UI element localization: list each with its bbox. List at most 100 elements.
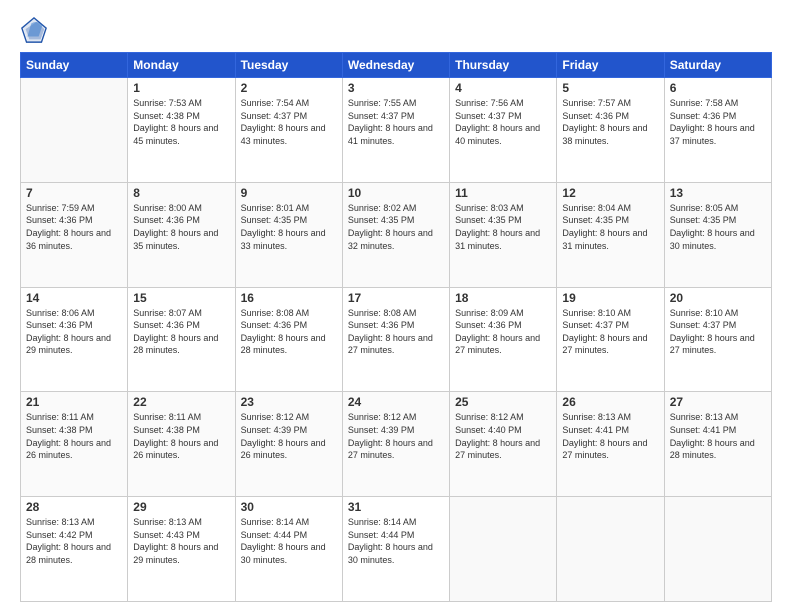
day-number: 27: [670, 395, 766, 409]
day-info: Sunrise: 7:53 AMSunset: 4:38 PMDaylight:…: [133, 97, 229, 147]
day-number: 4: [455, 81, 551, 95]
day-number: 20: [670, 291, 766, 305]
day-info: Sunrise: 8:10 AMSunset: 4:37 PMDaylight:…: [562, 307, 658, 357]
weekday-header-wednesday: Wednesday: [342, 53, 449, 78]
day-number: 30: [241, 500, 337, 514]
day-number: 1: [133, 81, 229, 95]
day-number: 3: [348, 81, 444, 95]
calendar-cell-w2-d0: 14 Sunrise: 8:06 AMSunset: 4:36 PMDayligh…: [21, 287, 128, 392]
calendar-cell-w4-d5: [557, 497, 664, 602]
day-info: Sunrise: 8:12 AMSunset: 4:40 PMDaylight:…: [455, 411, 551, 461]
calendar-cell-w2-d1: 15 Sunrise: 8:07 AMSunset: 4:36 PMDayligh…: [128, 287, 235, 392]
calendar-cell-w2-d2: 16 Sunrise: 8:08 AMSunset: 4:36 PMDayligh…: [235, 287, 342, 392]
day-info: Sunrise: 8:13 AMSunset: 4:41 PMDaylight:…: [562, 411, 658, 461]
day-number: 29: [133, 500, 229, 514]
day-number: 5: [562, 81, 658, 95]
calendar-cell-w4-d6: [664, 497, 771, 602]
calendar-cell-w4-d2: 30 Sunrise: 8:14 AMSunset: 4:44 PMDayligh…: [235, 497, 342, 602]
logo-icon: [20, 16, 48, 44]
day-number: 19: [562, 291, 658, 305]
calendar-cell-w4-d3: 31 Sunrise: 8:14 AMSunset: 4:44 PMDayligh…: [342, 497, 449, 602]
calendar-table: SundayMondayTuesdayWednesdayThursdayFrid…: [20, 52, 772, 602]
day-number: 6: [670, 81, 766, 95]
day-number: 9: [241, 186, 337, 200]
header: [20, 16, 772, 44]
logo: [20, 16, 52, 44]
page: SundayMondayTuesdayWednesdayThursdayFrid…: [0, 0, 792, 612]
weekday-header-row: SundayMondayTuesdayWednesdayThursdayFrid…: [21, 53, 772, 78]
calendar-cell-w1-d0: 7Sunrise: 7:59 AMSunset: 4:36 PMDaylight…: [21, 182, 128, 287]
calendar-cell-w1-d5: 12 Sunrise: 8:04 AMSunset: 4:35 PMDayligh…: [557, 182, 664, 287]
day-info: Sunrise: 8:14 AMSunset: 4:44 PMDaylight:…: [348, 516, 444, 566]
calendar-cell-w0-d0: [21, 78, 128, 183]
day-info: Sunrise: 8:09 AMSunset: 4:36 PMDaylight:…: [455, 307, 551, 357]
calendar-cell-w2-d6: 20 Sunrise: 8:10 AMSunset: 4:37 PMDayligh…: [664, 287, 771, 392]
week-row-1: 7Sunrise: 7:59 AMSunset: 4:36 PMDaylight…: [21, 182, 772, 287]
calendar-cell-w2-d4: 18Sunrise: 8:09 AMSunset: 4:36 PMDayligh…: [450, 287, 557, 392]
day-info: Sunrise: 8:11 AMSunset: 4:38 PMDaylight:…: [133, 411, 229, 461]
calendar-cell-w0-d5: 5 Sunrise: 7:57 AMSunset: 4:36 PMDaylight…: [557, 78, 664, 183]
day-info: Sunrise: 8:08 AMSunset: 4:36 PMDaylight:…: [348, 307, 444, 357]
weekday-header-saturday: Saturday: [664, 53, 771, 78]
day-info: Sunrise: 8:12 AMSunset: 4:39 PMDaylight:…: [348, 411, 444, 461]
day-number: 17: [348, 291, 444, 305]
calendar-header: SundayMondayTuesdayWednesdayThursdayFrid…: [21, 53, 772, 78]
day-info: Sunrise: 8:07 AMSunset: 4:36 PMDaylight:…: [133, 307, 229, 357]
day-number: 13: [670, 186, 766, 200]
calendar-cell-w1-d2: 9 Sunrise: 8:01 AMSunset: 4:35 PMDaylight…: [235, 182, 342, 287]
week-row-3: 21 Sunrise: 8:11 AMSunset: 4:38 PMDayligh…: [21, 392, 772, 497]
day-info: Sunrise: 8:13 AMSunset: 4:41 PMDaylight:…: [670, 411, 766, 461]
day-info: Sunrise: 7:54 AMSunset: 4:37 PMDaylight:…: [241, 97, 337, 147]
day-info: Sunrise: 8:05 AMSunset: 4:35 PMDaylight:…: [670, 202, 766, 252]
day-info: Sunrise: 8:03 AMSunset: 4:35 PMDaylight:…: [455, 202, 551, 252]
weekday-header-thursday: Thursday: [450, 53, 557, 78]
day-number: 2: [241, 81, 337, 95]
day-info: Sunrise: 8:12 AMSunset: 4:39 PMDaylight:…: [241, 411, 337, 461]
day-info: Sunrise: 8:14 AMSunset: 4:44 PMDaylight:…: [241, 516, 337, 566]
day-info: Sunrise: 8:08 AMSunset: 4:36 PMDaylight:…: [241, 307, 337, 357]
day-info: Sunrise: 7:59 AMSunset: 4:36 PMDaylight:…: [26, 202, 122, 252]
day-number: 23: [241, 395, 337, 409]
day-number: 14: [26, 291, 122, 305]
calendar-cell-w4-d4: [450, 497, 557, 602]
day-info: Sunrise: 8:10 AMSunset: 4:37 PMDaylight:…: [670, 307, 766, 357]
calendar-cell-w0-d4: 4Sunrise: 7:56 AMSunset: 4:37 PMDaylight…: [450, 78, 557, 183]
calendar-cell-w2-d3: 17 Sunrise: 8:08 AMSunset: 4:36 PMDayligh…: [342, 287, 449, 392]
day-number: 28: [26, 500, 122, 514]
day-info: Sunrise: 8:11 AMSunset: 4:38 PMDaylight:…: [26, 411, 122, 461]
day-info: Sunrise: 8:02 AMSunset: 4:35 PMDaylight:…: [348, 202, 444, 252]
calendar-cell-w0-d6: 6Sunrise: 7:58 AMSunset: 4:36 PMDaylight…: [664, 78, 771, 183]
day-number: 25: [455, 395, 551, 409]
day-number: 21: [26, 395, 122, 409]
calendar-cell-w1-d3: 10 Sunrise: 8:02 AMSunset: 4:35 PMDayligh…: [342, 182, 449, 287]
calendar-body: 1 Sunrise: 7:53 AMSunset: 4:38 PMDaylight…: [21, 78, 772, 602]
day-number: 31: [348, 500, 444, 514]
day-info: Sunrise: 8:04 AMSunset: 4:35 PMDaylight:…: [562, 202, 658, 252]
weekday-header-friday: Friday: [557, 53, 664, 78]
calendar-cell-w1-d4: 11 Sunrise: 8:03 AMSunset: 4:35 PMDayligh…: [450, 182, 557, 287]
day-number: 11: [455, 186, 551, 200]
day-number: 16: [241, 291, 337, 305]
calendar-cell-w0-d2: 2 Sunrise: 7:54 AMSunset: 4:37 PMDaylight…: [235, 78, 342, 183]
weekday-header-sunday: Sunday: [21, 53, 128, 78]
day-number: 10: [348, 186, 444, 200]
calendar-cell-w2-d5: 19 Sunrise: 8:10 AMSunset: 4:37 PMDayligh…: [557, 287, 664, 392]
day-info: Sunrise: 8:06 AMSunset: 4:36 PMDaylight:…: [26, 307, 122, 357]
calendar-cell-w3-d2: 23 Sunrise: 8:12 AMSunset: 4:39 PMDayligh…: [235, 392, 342, 497]
week-row-0: 1 Sunrise: 7:53 AMSunset: 4:38 PMDaylight…: [21, 78, 772, 183]
calendar-cell-w4-d1: 29 Sunrise: 8:13 AMSunset: 4:43 PMDayligh…: [128, 497, 235, 602]
day-info: Sunrise: 7:57 AMSunset: 4:36 PMDaylight:…: [562, 97, 658, 147]
calendar-cell-w3-d1: 22 Sunrise: 8:11 AMSunset: 4:38 PMDayligh…: [128, 392, 235, 497]
day-number: 12: [562, 186, 658, 200]
calendar-cell-w4-d0: 28 Sunrise: 8:13 AMSunset: 4:42 PMDayligh…: [21, 497, 128, 602]
day-number: 15: [133, 291, 229, 305]
day-info: Sunrise: 7:55 AMSunset: 4:37 PMDaylight:…: [348, 97, 444, 147]
calendar-cell-w1-d1: 8Sunrise: 8:00 AMSunset: 4:36 PMDaylight…: [128, 182, 235, 287]
day-info: Sunrise: 8:13 AMSunset: 4:43 PMDaylight:…: [133, 516, 229, 566]
week-row-2: 14 Sunrise: 8:06 AMSunset: 4:36 PMDayligh…: [21, 287, 772, 392]
day-number: 22: [133, 395, 229, 409]
calendar-cell-w1-d6: 13 Sunrise: 8:05 AMSunset: 4:35 PMDayligh…: [664, 182, 771, 287]
day-info: Sunrise: 8:01 AMSunset: 4:35 PMDaylight:…: [241, 202, 337, 252]
weekday-header-tuesday: Tuesday: [235, 53, 342, 78]
day-info: Sunrise: 8:13 AMSunset: 4:42 PMDaylight:…: [26, 516, 122, 566]
